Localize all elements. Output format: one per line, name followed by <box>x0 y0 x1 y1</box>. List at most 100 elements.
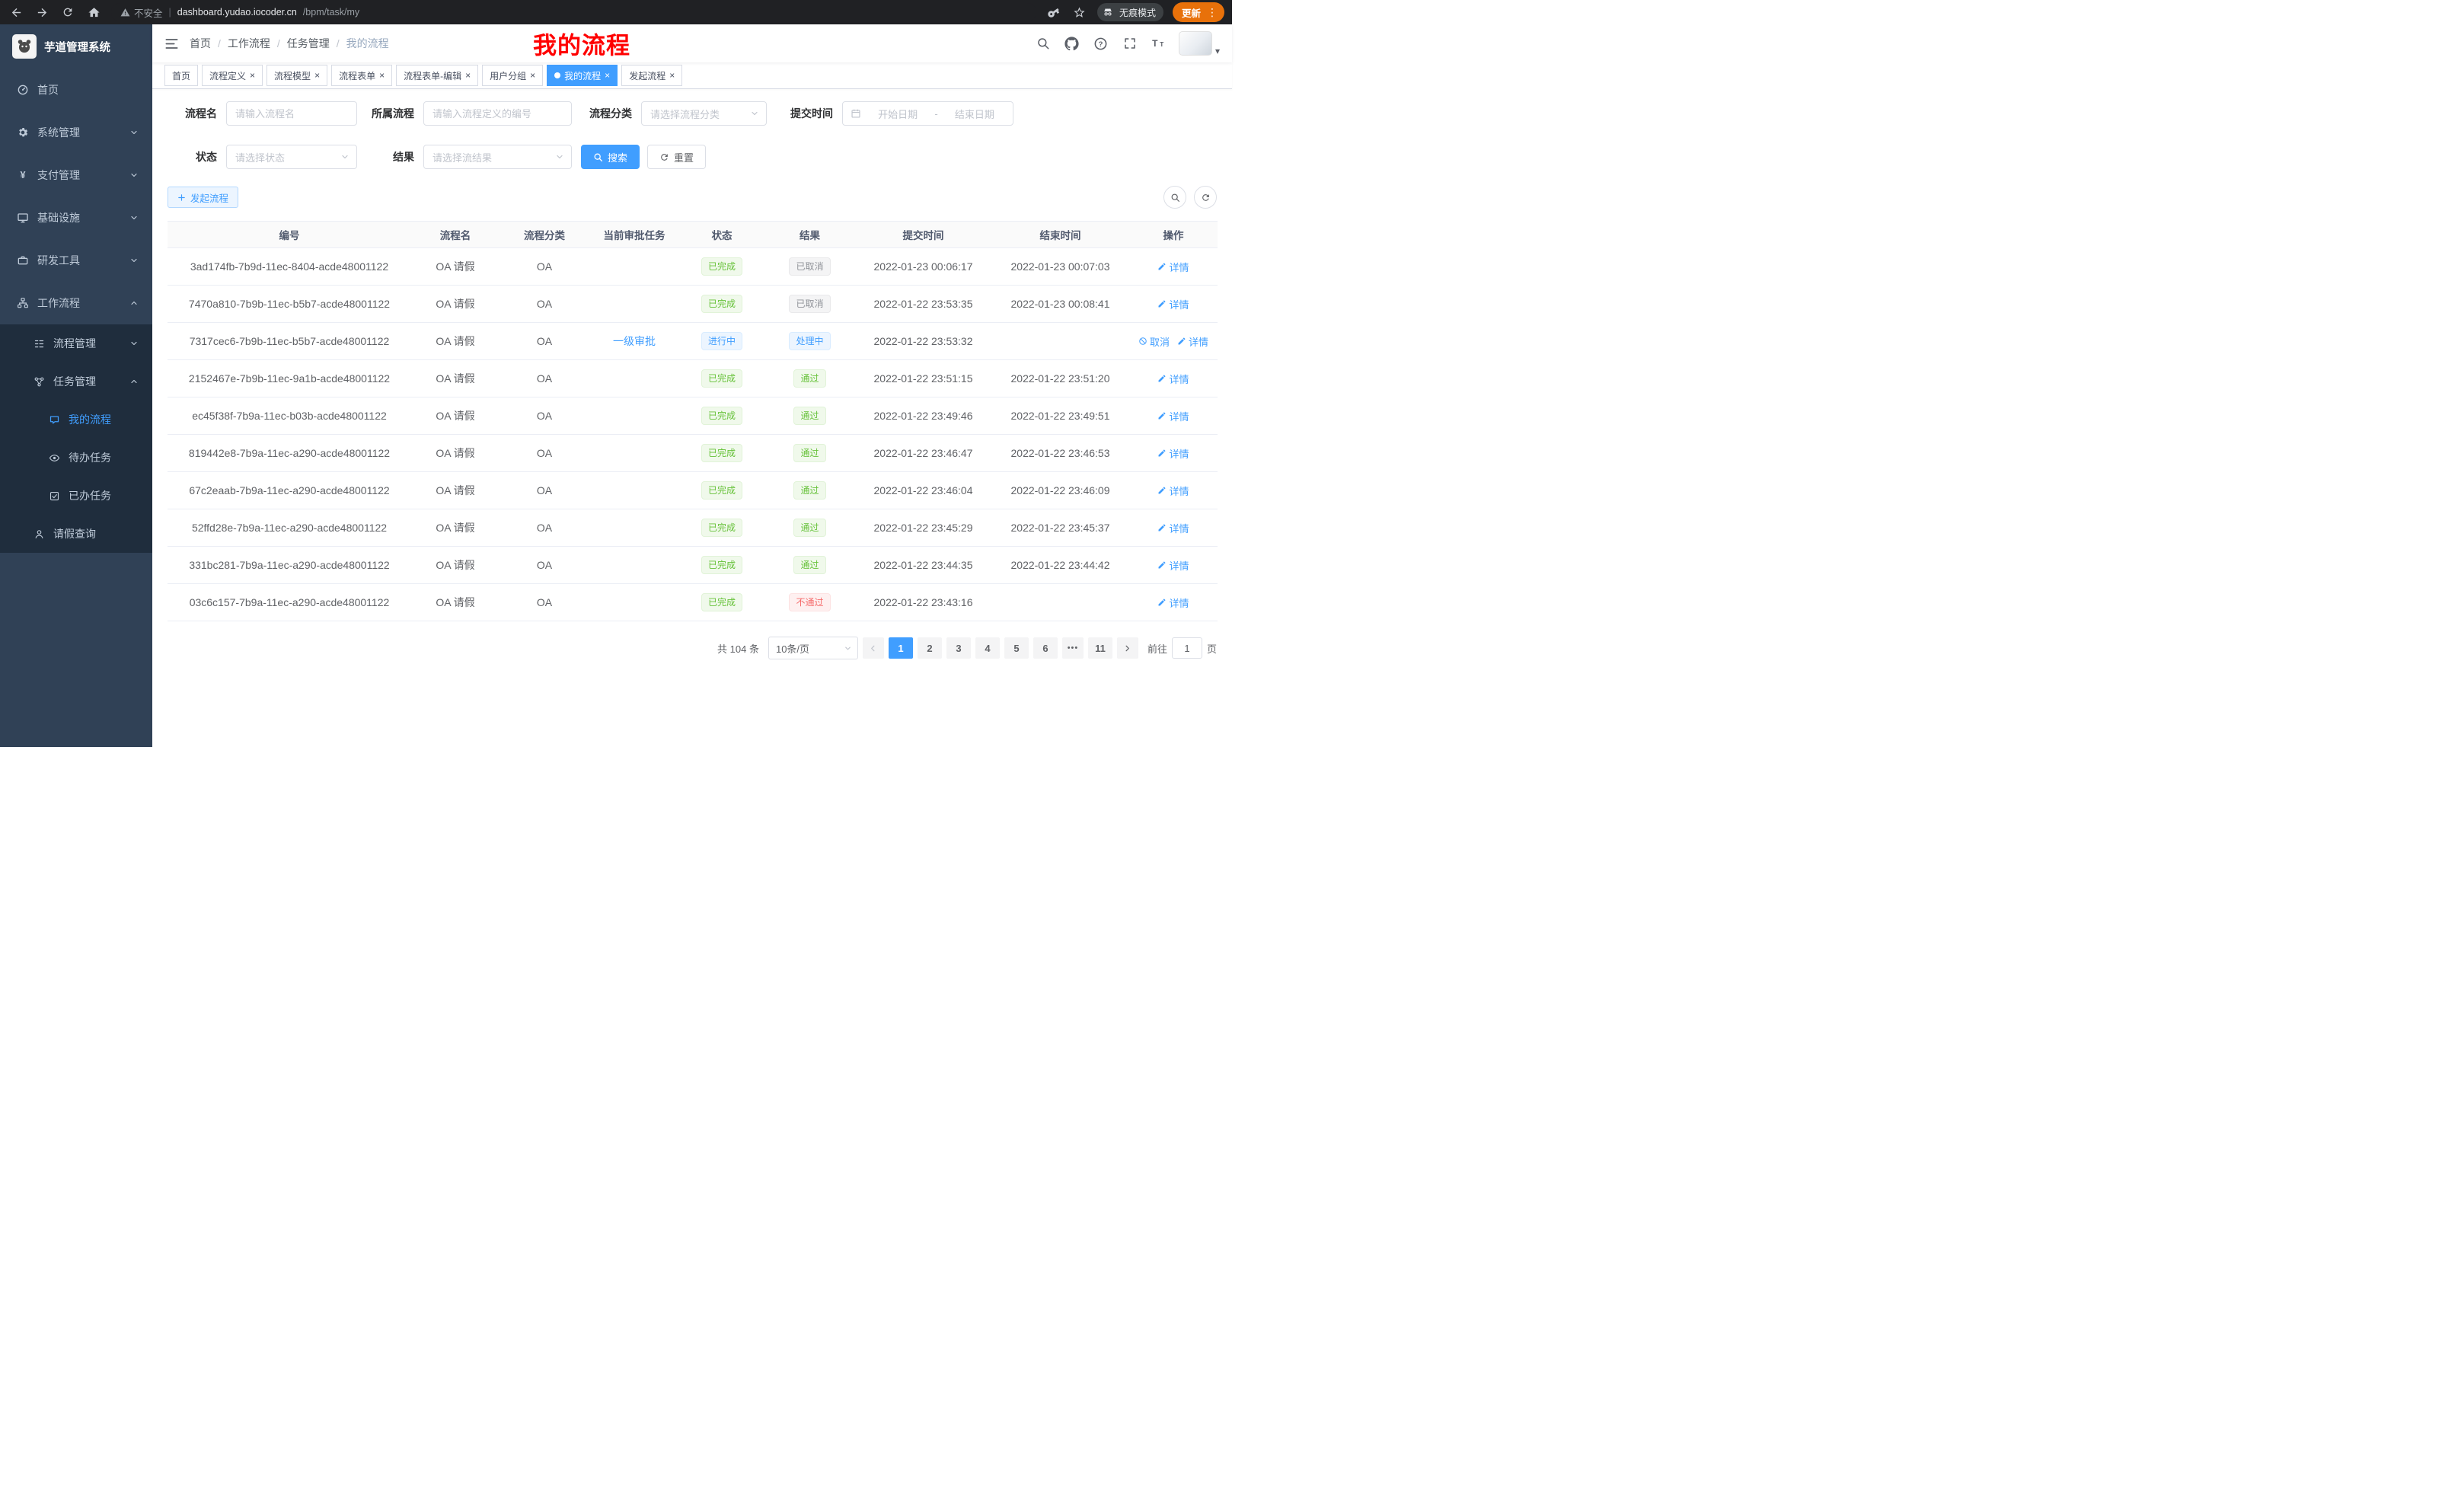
home-button[interactable] <box>85 4 102 21</box>
current-task-link[interactable]: 一级审批 <box>613 335 656 347</box>
filter-result: 结果 请选择流结果 <box>357 145 572 169</box>
result-select[interactable]: 请选择流结果 <box>423 145 572 169</box>
sidebar-item-workflow[interactable]: 工作流程 <box>0 282 152 324</box>
sidebar-item-task-mgmt[interactable]: 任务管理 <box>0 362 152 401</box>
detail-link[interactable]: 详情 <box>1177 334 1208 349</box>
close-icon[interactable]: × <box>379 71 385 80</box>
search-button[interactable]: 搜索 <box>581 145 640 169</box>
page-size-value: 10条/页 <box>776 641 809 656</box>
close-icon[interactable]: × <box>669 71 675 80</box>
start-process-button[interactable]: 发起流程 <box>168 187 238 208</box>
breadcrumb-item[interactable]: 首页 <box>190 36 211 51</box>
tab-start-process[interactable]: 发起流程 × <box>621 65 682 86</box>
process-name-input[interactable] <box>226 101 357 126</box>
tab-user-group[interactable]: 用户分组 × <box>482 65 543 86</box>
detail-link[interactable]: 详情 <box>1157 297 1189 311</box>
result-tag: 通过 <box>793 369 825 388</box>
detail-link[interactable]: 详情 <box>1157 558 1189 573</box>
reset-button[interactable]: 重置 <box>647 145 706 169</box>
close-icon[interactable]: × <box>465 71 471 80</box>
cell-category: OA <box>500 360 589 397</box>
tab-process-definition[interactable]: 流程定义 × <box>202 65 263 86</box>
filter-submit-time: 提交时间 开始日期 - 结束日期 <box>767 101 1013 126</box>
breadcrumb-item[interactable]: 工作流程 <box>228 36 270 51</box>
edit-icon <box>1157 299 1167 308</box>
sidebar-item-home[interactable]: 首页 <box>0 69 152 111</box>
tab-process-form[interactable]: 流程表单 × <box>331 65 392 86</box>
page-size-select[interactable]: 10条/页 <box>768 637 858 659</box>
browser-menu-kebab-icon[interactable]: ⋮ <box>1207 6 1218 19</box>
tab-process-form-edit[interactable]: 流程表单-编辑 × <box>396 65 478 86</box>
chevron-down-icon <box>844 644 852 653</box>
date-range-picker[interactable]: 开始日期 - 结束日期 <box>842 101 1013 126</box>
more-pages-icon[interactable]: ••• <box>1062 637 1084 659</box>
cancel-link[interactable]: 取消 <box>1138 334 1170 349</box>
sidebar-item-infrastructure[interactable]: 基础设施 <box>0 196 152 239</box>
bookmark-star-icon[interactable] <box>1071 4 1088 21</box>
close-icon[interactable]: × <box>314 71 320 80</box>
detail-link[interactable]: 详情 <box>1157 372 1189 386</box>
jump-page-input[interactable] <box>1172 637 1202 659</box>
sidebar-item-devtools[interactable]: 研发工具 <box>0 239 152 282</box>
fullscreen-icon[interactable] <box>1121 34 1139 53</box>
close-icon[interactable]: × <box>605 71 610 80</box>
page-number[interactable]: 6 <box>1033 637 1058 659</box>
password-key-icon[interactable] <box>1045 4 1062 21</box>
page-number[interactable]: 5 <box>1004 637 1029 659</box>
font-size-icon[interactable]: TT <box>1150 34 1168 53</box>
sidebar-item-todo-tasks[interactable]: 待办任务 <box>0 439 152 477</box>
next-page-button[interactable] <box>1117 637 1138 659</box>
address-bar[interactable]: 不安全 | dashboard.yudao.iocoder.cn/bpm/tas… <box>111 3 1036 21</box>
sidebar-item-process-mgmt[interactable]: 流程管理 <box>0 324 152 362</box>
detail-link[interactable]: 详情 <box>1157 409 1189 423</box>
filter-buttons: 搜索 重置 <box>581 145 706 169</box>
sidebar-item-leave-query[interactable]: 请假查询 <box>0 515 152 553</box>
sidebar-item-my-process[interactable]: 我的流程 <box>0 401 152 439</box>
update-button[interactable]: 更新 ⋮ <box>1173 2 1224 22</box>
page-number[interactable]: 1 <box>889 637 913 659</box>
breadcrumb-item[interactable]: 任务管理 <box>287 36 330 51</box>
svg-text:¥: ¥ <box>20 170 25 180</box>
cell-name: OA 请假 <box>411 323 500 360</box>
user-avatar-menu[interactable]: ▾ <box>1179 31 1220 56</box>
url-path: /bpm/task/my <box>303 7 359 18</box>
tab-process-model[interactable]: 流程模型 × <box>267 65 327 86</box>
status-select[interactable]: 请选择状态 <box>226 145 357 169</box>
cell-submit-time: 2022-01-22 23:51:15 <box>855 360 991 397</box>
sidebar-item-label: 请假查询 <box>53 526 96 541</box>
back-button[interactable] <box>8 4 24 21</box>
forward-button[interactable] <box>34 4 50 21</box>
page-number[interactable]: 2 <box>918 637 942 659</box>
close-icon[interactable]: × <box>530 71 535 80</box>
process-category-select[interactable]: 请选择流程分类 <box>641 101 767 126</box>
sidebar-item-payment[interactable]: ¥ 支付管理 <box>0 154 152 196</box>
detail-link[interactable]: 详情 <box>1157 446 1189 461</box>
detail-link[interactable]: 详情 <box>1157 521 1189 535</box>
tab-my-process[interactable]: 我的流程 × <box>547 65 618 86</box>
yen-icon: ¥ <box>17 169 29 181</box>
hamburger-menu-icon[interactable] <box>164 37 179 51</box>
sidebar-item-system[interactable]: 系统管理 <box>0 111 152 154</box>
help-icon[interactable]: ? <box>1092 34 1110 53</box>
sidebar-item-done-tasks[interactable]: 已办任务 <box>0 477 152 515</box>
page-number[interactable]: 4 <box>975 637 1000 659</box>
detail-link[interactable]: 详情 <box>1157 260 1189 274</box>
sidebar-item-label: 流程管理 <box>53 336 96 351</box>
search-icon[interactable] <box>1034 34 1052 53</box>
reload-button[interactable] <box>59 4 76 21</box>
toggle-search-button[interactable] <box>1163 186 1186 209</box>
github-icon[interactable] <box>1063 34 1081 53</box>
page-number[interactable]: 3 <box>946 637 971 659</box>
parent-process-input[interactable] <box>423 101 572 126</box>
tab-home[interactable]: 首页 <box>164 65 198 86</box>
detail-label: 详情 <box>1169 446 1189 461</box>
page-number-last[interactable]: 11 <box>1088 637 1112 659</box>
sidebar-item-label: 支付管理 <box>37 168 80 183</box>
detail-link[interactable]: 详情 <box>1157 484 1189 498</box>
detail-link[interactable]: 详情 <box>1157 595 1189 610</box>
refresh-table-button[interactable] <box>1194 186 1217 209</box>
app-logo-row[interactable]: 芋道管理系统 <box>0 24 152 69</box>
close-icon[interactable]: × <box>250 71 255 80</box>
detail-label: 详情 <box>1169 297 1189 311</box>
prev-page-button[interactable] <box>863 637 884 659</box>
